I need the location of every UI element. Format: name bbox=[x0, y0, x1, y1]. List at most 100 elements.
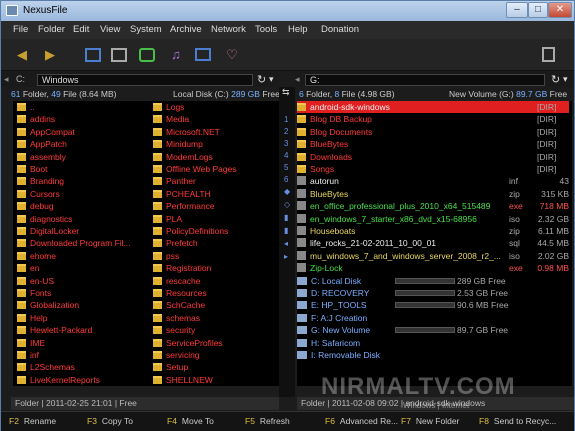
table-row[interactable]: mu_windows_7_and_windows_server_2008_r2_… bbox=[297, 250, 569, 262]
archive-icon[interactable] bbox=[195, 48, 211, 61]
list-item[interactable]: Minidump bbox=[153, 138, 203, 150]
list-item[interactable]: PLA bbox=[153, 213, 182, 225]
left-drive[interactable]: C: bbox=[16, 74, 25, 84]
drive-item[interactable]: E: HP_TOOLS 90.6 MB Free bbox=[297, 299, 569, 311]
list-item[interactable]: .. bbox=[17, 101, 35, 113]
fkey-f8-button[interactable]: F8 Send to Recyc... bbox=[479, 416, 556, 426]
menu-edit[interactable]: Edit bbox=[73, 24, 89, 35]
list-item[interactable]: Resources bbox=[153, 287, 207, 299]
drive-item[interactable]: C: Local Disk 289 GB Free bbox=[297, 275, 569, 287]
pane-side-icon[interactable]: ◆ bbox=[284, 187, 290, 196]
table-row[interactable]: autorun inf 43 bbox=[297, 175, 569, 187]
menu-tools[interactable]: Tools bbox=[255, 24, 277, 35]
pane-side-icon[interactable]: ▮ bbox=[284, 213, 288, 222]
pane-tab-6[interactable]: 6 bbox=[284, 175, 288, 184]
pane-tab-3[interactable]: 3 bbox=[284, 139, 288, 148]
list-item[interactable]: DigitalLocker bbox=[17, 225, 79, 237]
list-item[interactable]: Offline Web Pages bbox=[153, 163, 237, 175]
table-row[interactable]: Downloads [DIR] bbox=[297, 151, 569, 163]
list-item[interactable]: Boot bbox=[17, 163, 48, 175]
drive-item[interactable]: F: A:J Creation bbox=[297, 312, 569, 324]
table-row[interactable]: BlueBytes [DIR] bbox=[297, 138, 569, 150]
list-item[interactable]: en-US bbox=[17, 275, 54, 287]
list-item[interactable]: schemas bbox=[153, 312, 200, 324]
forward-arrow-icon[interactable]: ▶ bbox=[41, 46, 59, 64]
right-path-field[interactable]: G: bbox=[305, 74, 545, 86]
table-row[interactable]: Songs [DIR] bbox=[297, 163, 569, 175]
list-item[interactable]: debug bbox=[17, 200, 54, 212]
drive-item[interactable]: D: RECOVERY 2.53 GB Free bbox=[297, 287, 569, 299]
menu-folder[interactable]: Folder bbox=[38, 24, 65, 35]
left-path-field[interactable]: Windows bbox=[37, 74, 253, 86]
back-arrow-icon[interactable]: ◀ bbox=[13, 46, 31, 64]
swap-panes-icon[interactable]: ⇆ bbox=[282, 87, 290, 98]
table-row[interactable]: Blog DB Backup [DIR] bbox=[297, 113, 569, 125]
favorites-heart-icon[interactable]: ♡ bbox=[223, 46, 241, 64]
fkey-f2-button[interactable]: F2 Rename bbox=[9, 416, 56, 426]
list-item[interactable]: assembly bbox=[17, 151, 66, 163]
list-item[interactable]: servicing bbox=[153, 349, 200, 361]
list-item[interactable]: Cursors bbox=[17, 188, 60, 200]
pane-tab-2[interactable]: 2 bbox=[284, 127, 288, 136]
list-item[interactable]: en bbox=[17, 262, 39, 274]
window-icon[interactable] bbox=[85, 48, 101, 62]
list-item[interactable]: PCHEALTH bbox=[153, 188, 211, 200]
list-item[interactable]: inf bbox=[17, 349, 39, 361]
list-item[interactable]: Performance bbox=[153, 200, 215, 212]
pane-side-icon[interactable]: ▸ bbox=[284, 252, 288, 261]
trash-icon[interactable] bbox=[542, 47, 555, 62]
pane-tab-1[interactable]: 1 bbox=[284, 115, 288, 124]
table-row[interactable]: en_windows_7_starter_x86_dvd_x15-68956 is… bbox=[297, 213, 569, 225]
minimize-button[interactable]: – bbox=[506, 2, 528, 18]
camera-icon[interactable] bbox=[139, 48, 155, 62]
list-item[interactable]: PolicyDefinitions bbox=[153, 225, 228, 237]
list-item[interactable]: L2Schemas bbox=[17, 361, 75, 373]
list-item[interactable]: AppPatch bbox=[17, 138, 67, 150]
menu-file[interactable]: File bbox=[13, 24, 28, 35]
list-item[interactable]: Panther bbox=[153, 175, 196, 187]
list-item[interactable]: AppCompat bbox=[17, 126, 75, 138]
menu-donation[interactable]: Donation bbox=[321, 24, 359, 35]
maximize-button[interactable]: □ bbox=[528, 2, 548, 18]
list-item[interactable]: SchCache bbox=[153, 299, 205, 311]
table-row[interactable]: Zip-Lock exe 0.98 MB bbox=[297, 262, 569, 274]
fkey-f5-button[interactable]: F5 Refresh bbox=[245, 416, 290, 426]
table-row[interactable]: en_office_professional_plus_2010_x64_515… bbox=[297, 200, 569, 212]
fkey-f4-button[interactable]: F4 Move To bbox=[167, 416, 214, 426]
list-item[interactable]: diagnostics bbox=[17, 213, 73, 225]
table-row[interactable]: BlueBytes zip 315 KB bbox=[297, 188, 569, 200]
fkey-f6-button[interactable]: F6 Advanced Re... bbox=[325, 416, 398, 426]
left-refresh-icon[interactable]: ↻ bbox=[257, 73, 266, 86]
pane-side-icon[interactable]: ◂ bbox=[284, 239, 288, 248]
list-item[interactable]: security bbox=[153, 324, 195, 336]
list-item[interactable]: addins bbox=[17, 113, 55, 125]
table-row[interactable]: life_rocks_21-02-2011_10_00_01 sql 44.5 MB bbox=[297, 237, 569, 249]
right-path-arrow-icon[interactable]: ◂ bbox=[295, 74, 300, 85]
list-item[interactable]: SHELLNEW bbox=[153, 374, 213, 386]
drive-item[interactable]: G: New Volume 89.7 GB Free bbox=[297, 324, 569, 336]
list-item[interactable]: ModemLogs bbox=[153, 151, 213, 163]
table-row[interactable]: Blog Documents [DIR] bbox=[297, 126, 569, 138]
pane-tab-5[interactable]: 5 bbox=[284, 163, 288, 172]
list-item[interactable]: Microsoft.NET bbox=[153, 126, 220, 138]
list-item[interactable]: ehome bbox=[17, 250, 56, 262]
fkey-f3-button[interactable]: F3 Copy To bbox=[87, 416, 133, 426]
pane-tab-4[interactable]: 4 bbox=[284, 151, 288, 160]
drive-item[interactable]: H: Safaricom bbox=[297, 337, 569, 349]
list-item[interactable]: Hewlett-Packard bbox=[17, 324, 92, 336]
menu-system[interactable]: System bbox=[130, 24, 162, 35]
list-item[interactable]: Help bbox=[17, 312, 47, 324]
menu-network[interactable]: Network bbox=[211, 24, 246, 35]
list-item[interactable]: Registration bbox=[153, 262, 211, 274]
pane-side-icon[interactable]: ◇ bbox=[284, 200, 290, 209]
fkey-f7-button[interactable]: F7 New Folder bbox=[401, 416, 459, 426]
list-item[interactable]: pss bbox=[153, 250, 179, 262]
list-item[interactable]: IME bbox=[17, 337, 45, 349]
list-item[interactable]: LiveKernelReports bbox=[17, 374, 100, 386]
left-dropdown-icon[interactable]: ▾ bbox=[269, 74, 274, 85]
list-item[interactable]: Branding bbox=[17, 175, 64, 187]
list-item[interactable]: Fonts bbox=[17, 287, 51, 299]
right-dropdown-icon[interactable]: ▾ bbox=[563, 74, 568, 85]
menu-view[interactable]: View bbox=[100, 24, 120, 35]
pane-side-icon[interactable]: ▮ bbox=[284, 226, 288, 235]
